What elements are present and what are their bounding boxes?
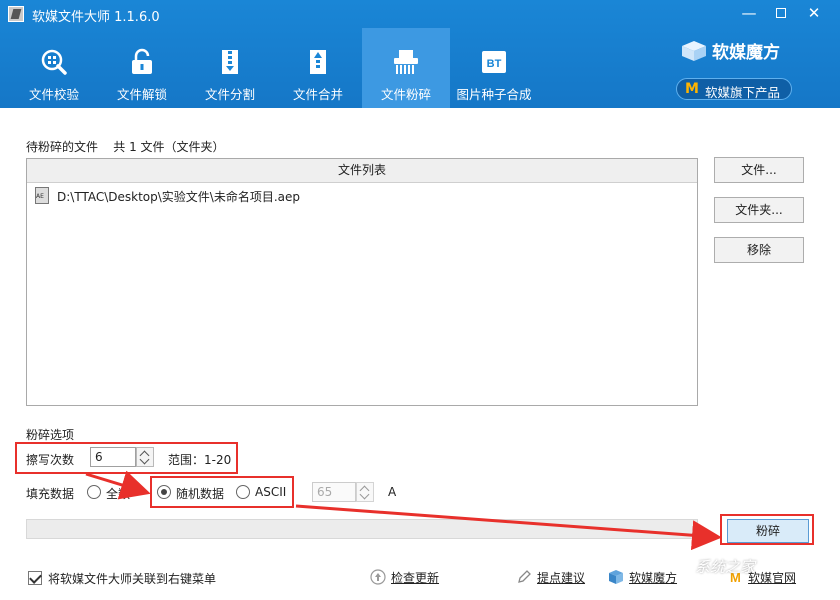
watermark: 系统之家 [695,558,756,576]
arrow-fill-to-shred [295,504,722,551]
arrow-overwrite-to-fill [85,470,151,500]
context-menu-label: 将软媒文件大师关联到右键菜单 [48,572,217,586]
website-link[interactable]: 软媒官网 [748,569,796,586]
suggestion-link[interactable]: 提点建议 [537,569,585,586]
context-menu-checkbox[interactable] [28,571,42,585]
cube-small-icon [609,570,623,584]
check-update-link[interactable]: 检查更新 [391,569,439,586]
mofang-link[interactable]: 软媒魔方 [629,569,677,586]
annotation-arrows [85,470,722,551]
update-arrow-icon [370,569,386,585]
pen-icon [518,570,531,583]
